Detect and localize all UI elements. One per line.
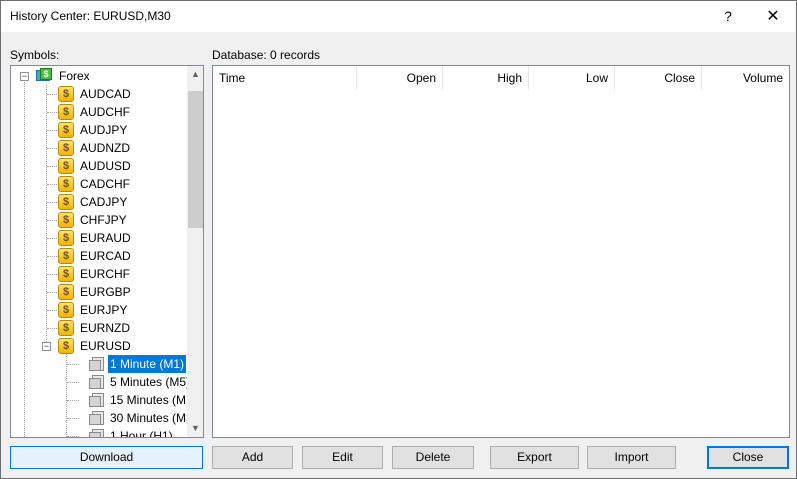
column-header-time[interactable]: Time [213,66,357,90]
symbols-tree-viewport: − $ Forex $ AUDCAD $ AUDCHF $ AUDJPY $ AUDNZD $ A… [11,66,187,437]
timeframe-data-icon [89,356,105,372]
tree-item-audchf[interactable]: $ AUDCHF [11,103,187,121]
scrollbar-thumb[interactable] [188,91,203,228]
download-button[interactable]: Download [10,446,203,469]
currency-symbol-icon: $ [58,212,74,228]
column-header-volume[interactable]: Volume [702,66,789,90]
currency-symbol-icon: $ [58,266,74,282]
tree-item-label: AUDUSD [80,159,131,173]
column-header-low[interactable]: Low [529,66,615,90]
tree-item-label: AUDNZD [80,141,130,155]
history-center-window: History Center: EURUSD,M30 ? ✕ Symbols: … [0,0,797,479]
grid-header: Time Open High Low Close Volume [213,66,789,90]
close-window-button[interactable]: ✕ [750,1,796,32]
delete-button[interactable]: Delete [392,446,474,469]
tree-item-timeframe[interactable]: 15 Minutes (M15) [11,391,187,409]
tree-item-euraud[interactable]: $ EURAUD [11,229,187,247]
currency-symbol-icon: $ [58,338,74,354]
tree-item-timeframe[interactable]: 5 Minutes (M5) [11,373,187,391]
currency-symbol-icon: $ [58,248,74,264]
tree-item-label: 5 Minutes (M5) [110,375,187,389]
tree-item-label: Forex [59,69,90,83]
tree-scrollbar[interactable]: ▲ ▼ [187,66,203,437]
currency-symbol-icon: $ [58,140,74,156]
tree-item-label: EURGBP [80,285,131,299]
tree-item-label: EURCHF [80,267,130,281]
tree-item-timeframe[interactable]: 30 Minutes (M30) [11,409,187,427]
timeframe-data-icon [89,410,105,426]
tree-item-timeframe[interactable]: 1 Minute (M1) [11,355,187,373]
tree-item-eurusd[interactable]: − $ EURUSD [11,337,187,355]
window-title: History Center: EURUSD,M30 [10,9,171,23]
tree-connector-line [67,400,79,401]
edit-button[interactable]: Edit [302,446,383,469]
tree-item-label: CHFJPY [80,213,127,227]
tree-item-eurchf[interactable]: $ EURCHF [11,265,187,283]
tree-item-label: CADCHF [80,177,130,191]
tree-item-label: 15 Minutes (M15) [110,393,187,407]
help-button[interactable]: ? [705,1,751,32]
tree-connector-line [67,418,79,419]
title-bar[interactable]: History Center: EURUSD,M30 ? ✕ [1,1,796,32]
currency-symbol-icon: $ [58,194,74,210]
tree-connector-line [67,382,79,383]
tree-item-cadjpy[interactable]: $ CADJPY [11,193,187,211]
currency-symbol-icon: $ [58,230,74,246]
timeframe-data-icon [89,428,105,437]
symbols-label: Symbols: [10,48,60,62]
symbols-tree[interactable]: − $ Forex $ AUDCAD $ AUDCHF $ AUDJPY $ AUDNZD $ A… [10,65,204,438]
currency-symbol-icon: $ [58,86,74,102]
tree-item-forex[interactable]: − $ Forex [11,67,187,85]
import-button[interactable]: Import [587,446,676,469]
tree-item-label: 1 Hour (H1) [110,429,173,437]
tree-item-label: AUDCAD [80,87,131,101]
tree-item-label: AUDCHF [80,105,130,119]
tree-item-eurjpy[interactable]: $ EURJPY [11,301,187,319]
tree-item-label: EURAUD [80,231,131,245]
currency-symbol-icon: $ [58,104,74,120]
add-button[interactable]: Add [212,446,293,469]
column-header-close[interactable]: Close [615,66,702,90]
export-button[interactable]: Export [490,446,579,469]
tree-item-audusd[interactable]: $ AUDUSD [11,157,187,175]
tree-item-label: EURUSD [80,339,131,353]
column-header-open[interactable]: Open [357,66,443,90]
tree-item-label: CADJPY [80,195,128,209]
tree-connector-line [67,364,79,365]
timeframe-data-icon [89,374,105,390]
history-data-grid[interactable]: Time Open High Low Close Volume [212,65,790,438]
tree-connector-line [67,436,79,437]
tree-item-label: AUDJPY [80,123,128,137]
tree-item-eurcad[interactable]: $ EURCAD [11,247,187,265]
database-label: Database: 0 records [212,48,321,62]
tree-item-timeframe[interactable]: 1 Hour (H1) [11,427,187,437]
collapse-forex-icon[interactable]: − [20,72,29,81]
tree-item-label: EURJPY [80,303,128,317]
scroll-down-icon[interactable]: ▼ [187,420,203,437]
currency-symbol-icon: $ [58,158,74,174]
close-button[interactable]: Close [707,446,789,469]
tree-item-label: EURNZD [80,321,130,335]
tree-item-audnzd[interactable]: $ AUDNZD [11,139,187,157]
scroll-up-icon[interactable]: ▲ [187,66,203,83]
tree-item-label: EURCAD [80,249,131,263]
timeframe-data-icon [89,392,105,408]
forex-folder-icon: $ [36,68,54,83]
tree-item-audcad[interactable]: $ AUDCAD [11,85,187,103]
tree-item-audjpy[interactable]: $ AUDJPY [11,121,187,139]
currency-symbol-icon: $ [58,320,74,336]
currency-symbol-icon: $ [58,284,74,300]
tree-item-label: 30 Minutes (M30) [110,411,187,425]
tree-item-eurgbp[interactable]: $ EURGBP [11,283,187,301]
tree-item-cadchf[interactable]: $ CADCHF [11,175,187,193]
column-header-high[interactable]: High [443,66,529,90]
tree-item-eurnzd[interactable]: $ EURNZD [11,319,187,337]
currency-symbol-icon: $ [58,302,74,318]
currency-symbol-icon: $ [58,122,74,138]
currency-symbol-icon: $ [58,176,74,192]
tree-item-label: 1 Minute (M1) [108,355,187,373]
collapse-symbol-icon[interactable]: − [42,342,51,351]
tree-item-chfjpy[interactable]: $ CHFJPY [11,211,187,229]
